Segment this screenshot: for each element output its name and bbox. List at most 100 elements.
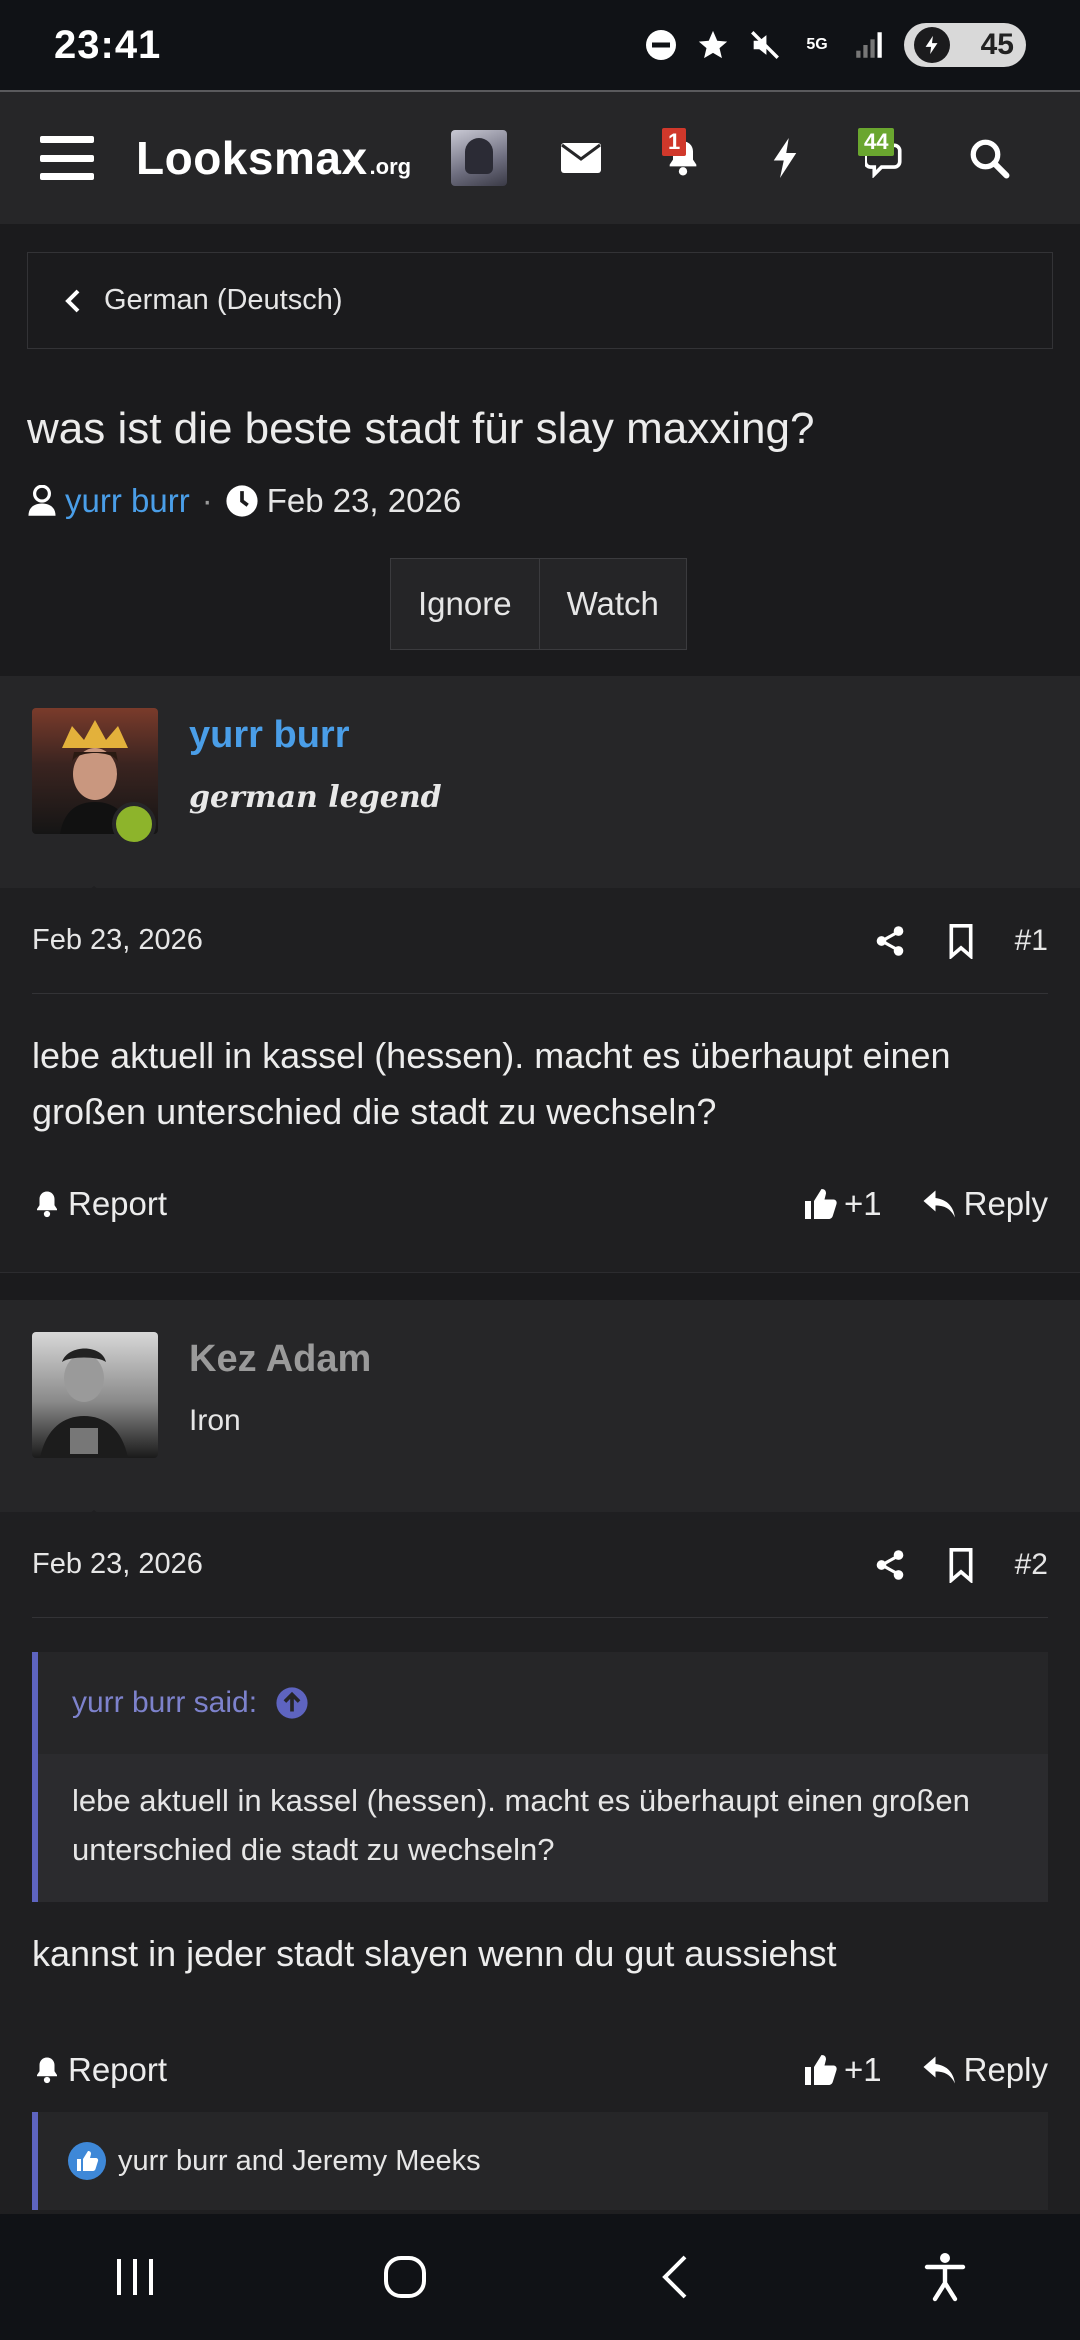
system-nav-bar [0,2214,1080,2340]
clock-icon [226,485,258,517]
logo-suffix: .org [369,154,412,179]
post-actions: Report +1 Reply [32,2040,1048,2100]
home-icon [384,2256,426,2298]
post-user-header: yurr burr german legend [0,676,1080,906]
like-reaction-icon [68,2142,106,2180]
breadcrumb-label: German (Deutsch) [104,284,343,316]
reactions-list: yurr burr and Jeremy Meeks [118,2144,481,2177]
post-actions: Report +1 Reply [32,1174,1048,1234]
quote-text: lebe aktuell in kassel (hessen). macht e… [38,1754,1048,1902]
person-photo-icon [40,1348,128,1458]
watch-button[interactable]: Watch [538,559,686,649]
user-title: german legend [189,780,442,815]
star-icon [696,28,730,62]
5g-icon: 5G [800,28,834,62]
thumbs-up-icon [805,2055,837,2085]
reactions-bar[interactable]: yurr burr and Jeremy Meeks [32,2112,1048,2210]
like-button[interactable]: +1 [802,2051,882,2089]
reply-button[interactable]: Reply [922,2051,1048,2089]
thread-meta: yurr burr · Feb 23, 2026 [27,482,461,520]
bell-icon [37,2057,57,2084]
post-content: lebe aktuell in kassel (hessen). macht e… [32,1035,951,1132]
thread-date[interactable]: Feb 23, 2026 [267,482,462,520]
back-icon [662,2255,687,2299]
bell-icon [37,1191,57,1218]
post-number[interactable]: #2 [1015,1548,1048,1582]
avatar [451,130,507,186]
post-date[interactable]: Feb 23, 2026 [32,924,203,957]
battery-level: 45 [980,28,1014,61]
reply-button[interactable]: Reply [922,1185,1048,1223]
post-tools: #2 [873,1547,1048,1583]
post-number[interactable]: #1 [1015,924,1048,958]
breadcrumb[interactable]: German (Deutsch) [27,252,1053,349]
logo-main: Looksmax [136,132,368,184]
like-count: +1 [844,1185,882,1222]
report-button[interactable]: Report [32,1185,167,1223]
share-icon[interactable] [873,1547,907,1583]
post-username[interactable]: Kez Adam [189,1338,371,1381]
account-button[interactable] [428,108,530,208]
status-bar: 23:41 5G 45 [0,0,1080,90]
whats-new-button[interactable] [734,108,836,208]
ignore-button[interactable]: Ignore [391,559,539,649]
back-button[interactable] [615,2232,735,2322]
report-label: Report [68,2051,168,2088]
menu-icon[interactable] [40,136,94,180]
user-icon [28,485,56,516]
inbox-button[interactable] [530,108,632,208]
app-header: Looksmax .org 1 44 [0,90,1080,224]
reply-label: Reply [963,1185,1048,1222]
alerts-badge: 1 [662,128,687,156]
battery-icon: 45 [904,23,1026,67]
post-date[interactable]: Feb 23, 2026 [32,1548,203,1581]
thread-author-link[interactable]: yurr burr [65,482,190,520]
alerts-button[interactable]: 1 [632,108,734,208]
post-actions-right: +1 Reply [802,1185,1048,1223]
accessibility-icon [924,2253,966,2302]
post-content: kannst in jeder stadt slayen wenn du gut… [32,1933,837,1974]
charging-icon [914,27,950,63]
header-actions: 1 44 [428,108,1040,208]
mute-icon [748,28,782,62]
report-button[interactable]: Report [32,2051,167,2089]
post-user-header: Kez Adam Iron [0,1300,1080,1530]
signal-icon [852,28,886,62]
thread-actions: Ignore Watch [390,558,687,650]
reply-icon [923,1190,955,1218]
quote-header[interactable]: yurr burr said: [38,1652,1048,1754]
post-tools: #1 [873,923,1048,959]
post-meta: Feb 23, 2026 #2 [32,1512,1048,1618]
recents-icon [117,2259,153,2295]
online-indicator [112,802,156,846]
bookmark-icon[interactable] [947,1547,975,1583]
share-icon[interactable] [873,923,907,959]
network-label: 5G [806,36,828,53]
user-title: Iron [189,1404,241,1437]
search-button[interactable] [938,108,1040,208]
site-logo[interactable]: Looksmax .org [136,131,411,185]
like-button[interactable]: +1 [802,1185,882,1223]
bolt-icon [773,138,797,178]
mail-icon [561,143,601,173]
quote-author: yurr burr said: [72,1686,258,1719]
conversations-button[interactable]: 44 [836,108,938,208]
post-body: Feb 23, 2026 #1 lebe aktuell in kassel (… [0,888,1080,1272]
meta-separator: · [201,482,213,519]
avatar[interactable] [32,1332,158,1458]
reply-label: Reply [963,2051,1048,2088]
post-meta: Feb 23, 2026 #1 [32,888,1048,994]
bookmark-icon[interactable] [947,923,975,959]
like-count: +1 [844,2051,882,2088]
post-body: Feb 23, 2026 #2 yurr burr said: lebe akt… [0,1512,1080,2214]
post-actions-right: +1 Reply [802,2051,1048,2089]
reply-icon [923,2056,955,2084]
arrow-up-circle-icon[interactable] [275,1686,309,1720]
dnd-icon [644,28,678,62]
accessibility-button[interactable] [885,2232,1005,2322]
home-button[interactable] [345,2232,465,2322]
chevron-left-icon [65,289,80,312]
recent-apps-button[interactable] [75,2232,195,2322]
post-username[interactable]: yurr burr [189,714,349,757]
search-icon [970,139,1010,179]
